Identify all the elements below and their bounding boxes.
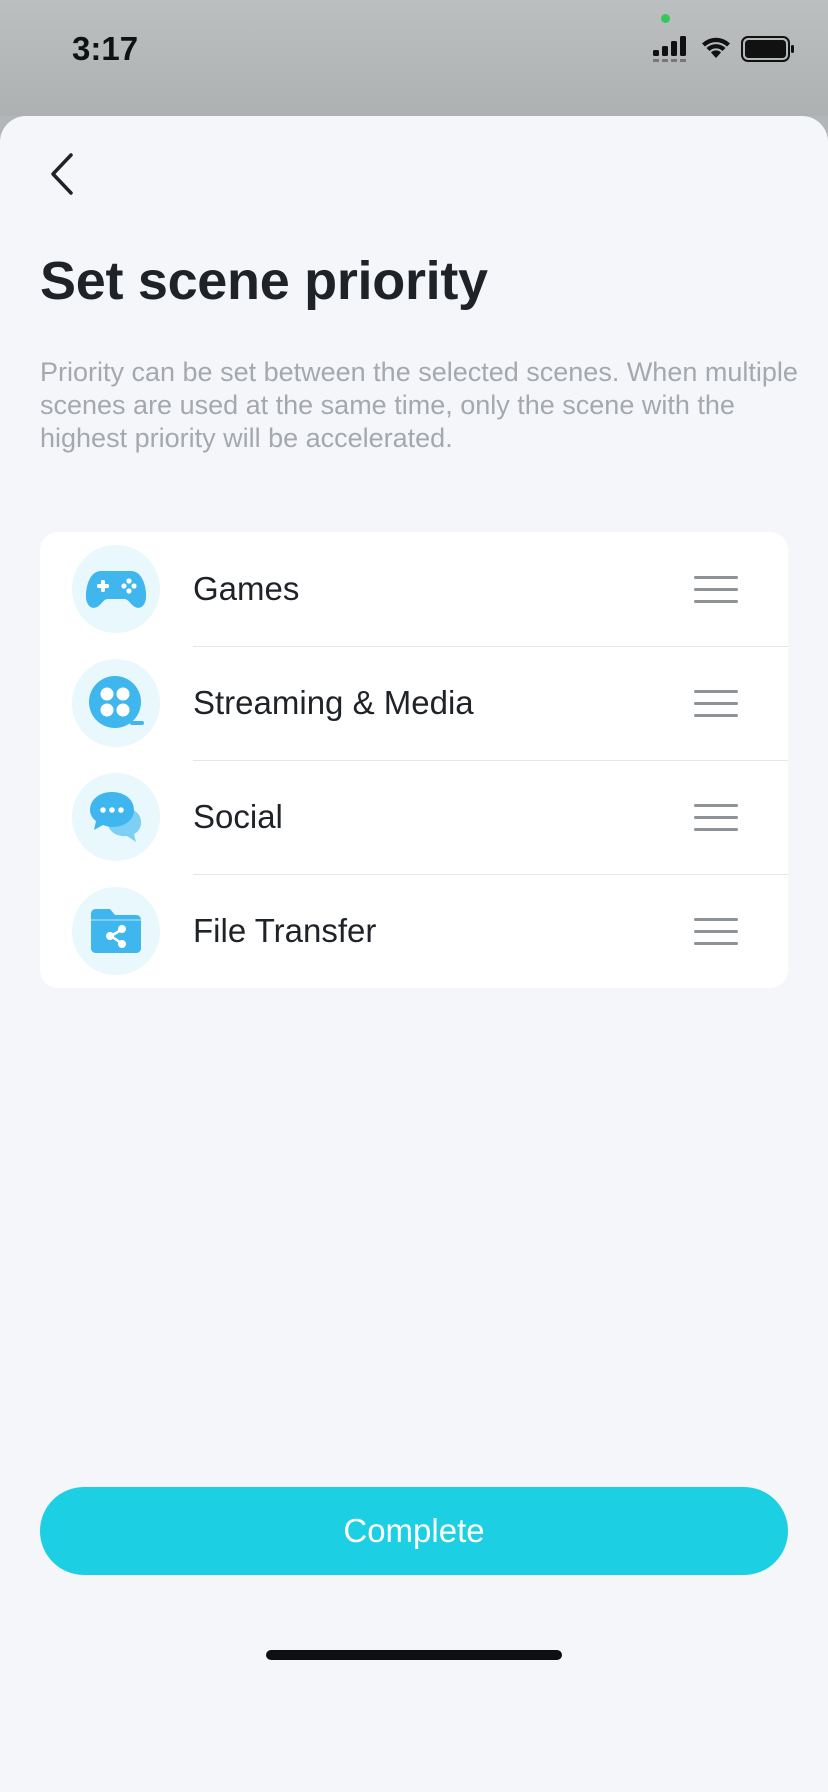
scene-label: File Transfer — [193, 912, 377, 949]
signal-icon — [653, 36, 686, 62]
scene-priority-list: Games Streaming & Media Social File Tran… — [40, 532, 788, 988]
status-time: 3:17 — [72, 30, 139, 67]
drag-handle[interactable] — [694, 684, 738, 722]
scene-icon-badge — [72, 659, 160, 747]
scene-icon-badge — [72, 773, 160, 861]
page-description: Priority can be set between the selected… — [40, 357, 798, 453]
scene-label: Social — [193, 798, 283, 835]
chat-bubbles-icon — [90, 792, 142, 842]
film-reel-icon — [89, 676, 144, 728]
battery-icon — [741, 36, 794, 62]
privacy-indicator-dot — [661, 14, 670, 23]
scene-row-streaming-media[interactable]: Streaming & Media — [40, 646, 788, 760]
wifi-icon — [702, 37, 730, 58]
drag-handle[interactable] — [694, 912, 738, 950]
back-button[interactable] — [34, 146, 90, 202]
scene-icon-badge — [72, 545, 160, 633]
complete-button[interactable]: Complete — [40, 1487, 788, 1575]
scene-label: Games — [193, 570, 300, 607]
chevron-left-icon — [51, 153, 73, 195]
scene-label: Streaming & Media — [193, 684, 474, 721]
scene-icon-badge — [72, 887, 160, 975]
scene-row-games[interactable]: Games — [40, 532, 788, 646]
drag-handle[interactable] — [694, 798, 738, 836]
home-indicator — [266, 1650, 562, 1660]
gamepad-icon — [85, 571, 147, 608]
status-bar: 3:17 — [0, 0, 828, 116]
folder-share-icon — [91, 909, 141, 953]
scene-row-social[interactable]: Social — [40, 760, 788, 874]
drag-handle[interactable] — [694, 570, 738, 608]
page-title: Set scene priority — [40, 251, 488, 311]
scene-row-file-transfer[interactable]: File Transfer — [40, 874, 788, 988]
